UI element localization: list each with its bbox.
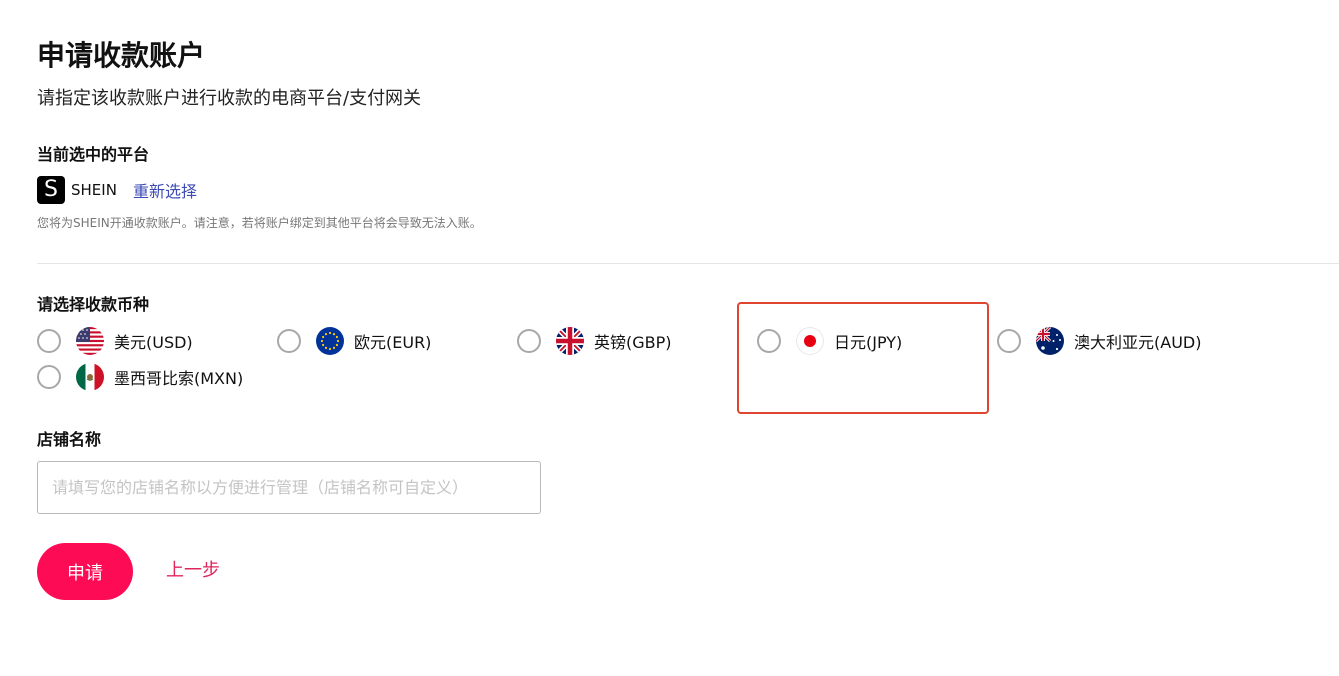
page-subtitle: 请指定该收款账户进行收款的电商平台/支付网关 — [37, 88, 422, 109]
usd-radio[interactable] — [37, 329, 61, 353]
gbp-radio[interactable] — [517, 329, 541, 353]
store-section-label: 店铺名称 — [37, 430, 102, 449]
selected-platform: S SHEIN 重新选择 — [37, 176, 197, 204]
page-title: 申请收款账户 — [37, 39, 206, 72]
shein-logo-icon: S — [37, 176, 65, 204]
mxn-radio[interactable] — [37, 365, 61, 389]
platform-section-label: 当前选中的平台 — [37, 145, 150, 164]
currency-section-label: 请选择收款币种 — [37, 295, 150, 314]
currency-option-gbp[interactable]: 英镑(GBP) — [517, 326, 672, 356]
mxn-label: 墨西哥比索(MXN) — [114, 369, 244, 388]
mx-flag-icon — [76, 363, 104, 391]
platform-notice: 您将为SHEIN开通收款账户。请注意，若将账户绑定到其他平台将会导致无法入账。 — [37, 216, 482, 230]
aud-radio[interactable] — [997, 329, 1021, 353]
reselect-link[interactable]: 重新选择 — [133, 178, 197, 202]
uk-flag-icon — [556, 327, 584, 355]
usd-label: 美元(USD) — [114, 333, 193, 352]
us-flag-icon — [76, 327, 104, 355]
jpy-highlight-box — [737, 302, 989, 414]
currency-option-aud[interactable]: 澳大利亚元(AUD) — [997, 326, 1201, 356]
apply-account-page: 申请收款账户 请指定该收款账户进行收款的电商平台/支付网关 当前选中的平台 S … — [0, 0, 1339, 676]
divider — [37, 263, 1339, 264]
eu-flag-icon — [316, 327, 344, 355]
back-link[interactable]: 上一步 — [166, 558, 220, 584]
gbp-label: 英镑(GBP) — [594, 333, 672, 352]
aud-label: 澳大利亚元(AUD) — [1074, 333, 1202, 352]
currency-option-usd[interactable]: 美元(USD) — [37, 326, 193, 356]
eur-radio[interactable] — [277, 329, 301, 353]
eur-label: 欧元(EUR) — [354, 333, 432, 352]
apply-button[interactable]: 申请 — [37, 543, 133, 600]
currency-option-eur[interactable]: 欧元(EUR) — [277, 326, 431, 356]
platform-name: SHEIN — [71, 181, 117, 199]
store-name-input[interactable] — [37, 461, 541, 514]
au-flag-icon — [1036, 327, 1064, 355]
currency-option-mxn[interactable]: 墨西哥比索(MXN) — [37, 362, 243, 392]
